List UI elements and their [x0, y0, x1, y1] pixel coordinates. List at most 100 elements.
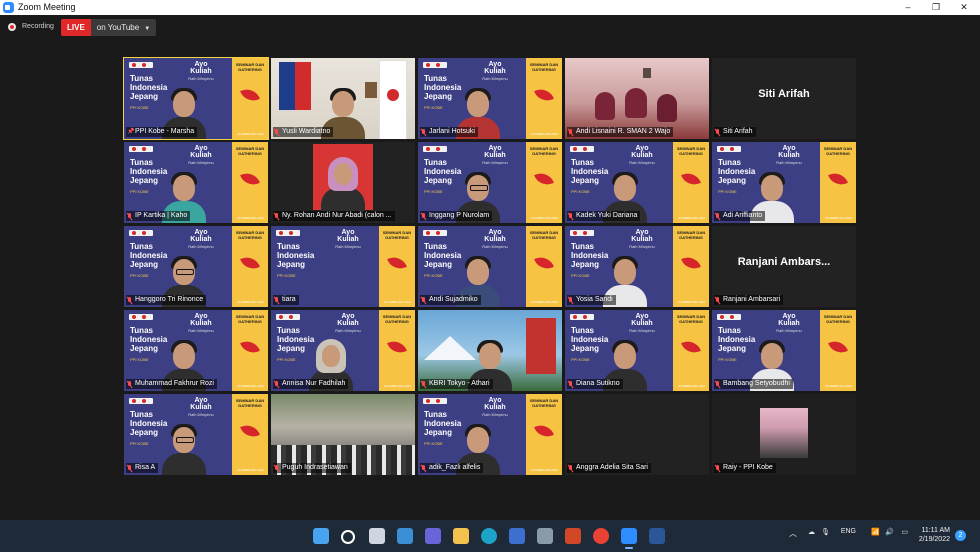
muted-microphone-icon — [274, 380, 279, 388]
participant-tile[interactable]: Tunas Indonesia Jepang PPI KOBE Ayo Kuliah Ra… — [418, 142, 562, 223]
search-icon[interactable] — [341, 530, 355, 544]
close-button[interactable]: ✕ — [950, 0, 978, 15]
banner-yellow-panel: SEMINAR DAN GATHERING — [673, 310, 709, 391]
participant-name-text: Ranjani Ambarsari — [723, 296, 781, 303]
participant-tile[interactable]: Siti Arifah Siti Arifah — [712, 58, 856, 139]
participant-tile[interactable]: Andi Lisnaini R. SMAN 2 Wajo — [565, 58, 709, 139]
banner-ayo-kuliah: Ayo Kuliah Raih Mimpimu — [776, 313, 802, 333]
live-stream-control[interactable]: LIVE on YouTube ▼ — [61, 19, 157, 36]
ppi-logos — [129, 398, 153, 404]
participant-tile[interactable]: Puguh Indrasetiawan — [271, 394, 415, 475]
participant-tile[interactable]: Tunas Indonesia Jepang PPI KOBE Ayo Kuliah Ra… — [565, 310, 709, 391]
notification-badge[interactable]: 2 — [955, 530, 966, 541]
live-destination-dropdown[interactable]: on YouTube ▼ — [90, 19, 157, 36]
chrome-icon[interactable] — [593, 528, 609, 544]
banner-ayo-kuliah: Ayo Kuliah Raih Mimpimu — [335, 313, 361, 333]
banner-title-line: Jepang — [130, 92, 159, 101]
participant-name: Muhammad Fakhrur Rozi — [126, 379, 217, 389]
banner-title-line: Jepang — [571, 260, 600, 269]
wifi-icon[interactable]: 📶 — [871, 528, 880, 536]
word-icon[interactable] — [649, 528, 665, 544]
participant-tile[interactable]: Tunas Indonesia Jepang PPI KOBE Ayo Kuliah Ra… — [418, 226, 562, 307]
participant-tile[interactable]: Ranjani Ambars... Ranjani Ambarsari — [712, 226, 856, 307]
teams-icon[interactable] — [425, 528, 441, 544]
banner-title-line: Tunas — [424, 410, 447, 419]
participant-tile[interactable]: Raiy - PPI Kobe — [712, 394, 856, 475]
zoom-icon — [3, 2, 14, 13]
task-view-icon[interactable] — [369, 528, 385, 544]
minimize-button[interactable]: – — [894, 0, 922, 15]
microphone-icon[interactable]: 🎙 — [821, 528, 830, 536]
windows-taskbar: ︿ ☁ 🎙 ENG 📶 🔊 ▭ 11:11 AM 2/19/2022 2 — [0, 520, 980, 552]
participant-tile[interactable]: Tunas Indonesia Jepang PPI KOBE Ayo Kuliah Ra… — [124, 142, 268, 223]
banner-title-line: Jepang — [571, 344, 600, 353]
widgets-icon[interactable] — [397, 528, 413, 544]
language-indicator[interactable]: ENG — [841, 528, 856, 535]
participant-tile[interactable]: Tunas Indonesia Jepang PPI KOBE Ayo Kuliah Ra… — [123, 57, 269, 140]
cloud-icon[interactable]: ☁ — [808, 528, 815, 536]
participant-name: Puguh Indrasetiawan — [273, 463, 351, 473]
volume-icon[interactable]: 🔊 — [885, 528, 894, 536]
banner-yellow-panel: SEMINAR DAN GATHERING — [526, 226, 562, 307]
participant-name-text: Anggra Adelia Sita Sari — [576, 464, 648, 471]
banner-seminar-text: SEMINAR DAN GATHERING — [235, 146, 265, 156]
participant-tile[interactable]: Tunas Indonesia Jepang PPI KOBE Ayo Kuliah Ra… — [124, 226, 268, 307]
leaf-logo-icon — [534, 85, 554, 105]
participant-tile[interactable]: Tunas Indonesia Jepang PPI KOBE Ayo Kuliah Ra… — [712, 142, 856, 223]
banner-title-line: Tunas — [424, 242, 447, 251]
participant-tile[interactable]: Yusli Wardiatno — [271, 58, 415, 139]
banner-ayo-kuliah: Ayo Kuliah Raih Mimpimu — [629, 313, 655, 333]
participant-tile[interactable]: Tunas Indonesia Jepang PPI KOBE Ayo Kuliah Ra… — [124, 394, 268, 475]
system-clock[interactable]: 11:11 AM 2/19/2022 — [919, 526, 950, 544]
zoom-icon[interactable] — [621, 528, 637, 549]
banner-title-line: Tunas — [718, 326, 741, 335]
muted-microphone-icon — [421, 464, 426, 472]
person-head — [761, 175, 783, 201]
file-explorer-icon[interactable] — [453, 528, 469, 544]
participant-name-text: Kadek Yuki Dariana — [576, 212, 638, 219]
participant-tile[interactable]: Tunas Indonesia Jepang PPI KOBE Ayo Kuliah Ra… — [418, 58, 562, 139]
participant-name: Andi Lisnaini R. SMAN 2 Wajo — [567, 127, 674, 137]
maximize-button[interactable]: ❐ — [922, 0, 950, 15]
banner-footer: 20 FEBRUARI 2022 — [531, 132, 558, 136]
participant-tile[interactable]: KBRI Tokyo - Athari — [418, 310, 562, 391]
banner-footer: 20 FEBRUARI 2022 — [237, 300, 264, 304]
banner-yellow-panel: SEMINAR DAN GATHERING — [232, 394, 268, 475]
banner-yellow-panel: SEMINAR DAN GATHERING — [526, 58, 562, 139]
participant-tile[interactable]: Tunas Indonesia Jepang PPI KOBE Ayo Kuliah Ra… — [565, 142, 709, 223]
banner-title-line: Jepang — [424, 260, 453, 269]
muted-microphone-icon — [715, 128, 720, 136]
person-head — [173, 259, 195, 285]
flag-icon — [279, 62, 295, 110]
leaf-logo-icon — [534, 169, 554, 189]
battery-icon[interactable]: ▭ — [901, 528, 908, 536]
banner-tag: PPI KOBE — [277, 273, 296, 278]
participant-tile[interactable]: Ny. Rohan Andi Nur Abadi (calon ... — [271, 142, 415, 223]
participant-tile[interactable]: Tunas Indonesia Jepang PPI KOBE Ayo Kuliah Ra… — [271, 226, 415, 307]
participant-tile[interactable]: Tunas Indonesia Jepang PPI KOBE Ayo Kuliah Ra… — [565, 226, 709, 307]
participant-tile[interactable]: Anggra Adelia Sita Sari — [565, 394, 709, 475]
banner-seminar-text: SEMINAR DAN GATHERING — [235, 230, 265, 240]
participant-tile[interactable]: Tunas Indonesia Jepang PPI KOBE Ayo Kuliah Ra… — [418, 394, 562, 475]
photos-icon[interactable] — [537, 528, 553, 544]
banner-seminar-text: SEMINAR DAN GATHERING — [529, 398, 559, 408]
participant-tile[interactable]: Tunas Indonesia Jepang PPI KOBE Ayo Kuliah Ra… — [124, 310, 268, 391]
banner-yellow-panel: SEMINAR DAN GATHERING — [232, 310, 268, 391]
banner-ayo-kuliah: Ayo Kuliah Raih Mimpimu — [188, 229, 214, 249]
participant-tile[interactable]: Tunas Indonesia Jepang PPI KOBE Ayo Kuliah Ra… — [712, 310, 856, 391]
ppi-logos — [423, 230, 447, 236]
windows-icon[interactable] — [313, 528, 329, 544]
powerpoint-icon[interactable] — [565, 528, 581, 544]
chevron-up-icon[interactable]: ︿ — [789, 528, 797, 539]
banner-yellow-panel: SEMINAR DAN GATHERING — [379, 310, 415, 391]
muted-microphone-icon — [568, 464, 573, 472]
muted-microphone-icon — [421, 212, 426, 220]
banner-footer: 20 FEBRUARI 2022 — [384, 300, 411, 304]
banner-yellow-panel: SEMINAR DAN GATHERING — [232, 142, 268, 223]
participant-tile[interactable]: Tunas Indonesia Jepang PPI KOBE Ayo Kuliah Ra… — [271, 310, 415, 391]
banner-footer: 20 FEBRUARI 2022 — [237, 384, 264, 388]
store-icon[interactable] — [509, 528, 525, 544]
banner-title-line: Jepang — [130, 344, 159, 353]
edge-icon[interactable] — [481, 528, 497, 544]
person-head — [761, 343, 783, 369]
